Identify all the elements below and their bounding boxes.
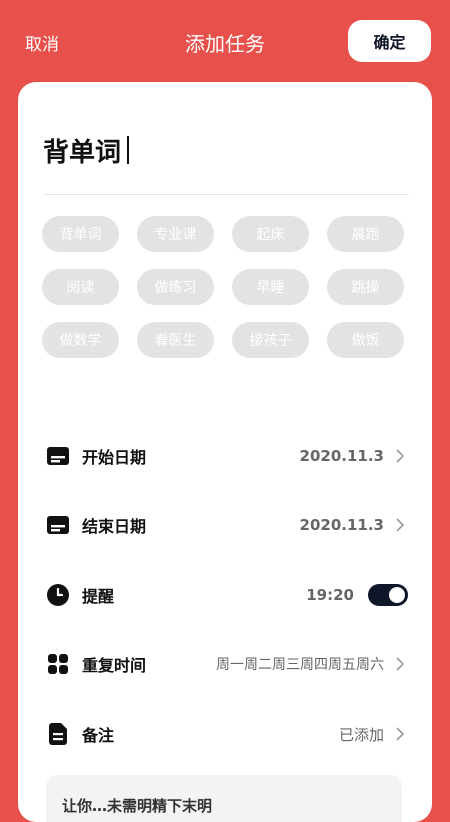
note-label: 备注: [82, 726, 115, 745]
chevron-right-icon: [396, 727, 408, 741]
note-status: 已添加: [338, 725, 384, 744]
chevron-right-icon: [396, 449, 408, 463]
start-date-label: 开始日期: [82, 448, 147, 467]
chevron-right-icon: [396, 518, 408, 532]
header: 取消 添加任务 确定: [0, 0, 450, 82]
start-date-value: 2020.11.3: [299, 447, 384, 465]
end-date-row[interactable]: 结束日期 2020.11.3: [46, 505, 408, 545]
document-icon: [46, 722, 70, 746]
repeat-value: 周一周二周三周四周五周六: [216, 657, 384, 673]
tag-chip[interactable]: 做数学: [42, 322, 119, 358]
reminder-time: 19:20: [306, 586, 354, 604]
reminder-label: 提醒: [82, 587, 115, 606]
end-date-value: 2020.11.3: [299, 516, 384, 534]
end-date-label: 结束日期: [82, 517, 147, 536]
tag-chip[interactable]: 起床: [232, 216, 309, 252]
note-preview-box[interactable]: 让你…未需明精下末明: [46, 775, 402, 822]
note-row[interactable]: 备注 已添加: [46, 714, 408, 754]
note-preview-text: 让你…未需明精下末明: [62, 797, 213, 815]
start-date-row[interactable]: 开始日期 2020.11.3: [46, 436, 408, 476]
tag-chip[interactable]: 背单词: [42, 216, 119, 252]
reminder-row[interactable]: 提醒 19:20: [46, 575, 408, 615]
task-name-value: 背单词: [43, 137, 122, 168]
calendar-icon: [46, 513, 70, 537]
toggle-knob: [389, 587, 405, 603]
tag-chip[interactable]: 做饭: [327, 322, 404, 358]
tag-chip[interactable]: 晨跑: [327, 216, 404, 252]
task-form-card: 背单词 背单词 专业课 起床 晨跑 阅读 做练习 早睡 跳操 做数学 看医生 接…: [18, 82, 432, 822]
clock-icon: [46, 583, 70, 607]
tag-chip[interactable]: 早睡: [232, 269, 309, 305]
tag-chip[interactable]: 做练习: [137, 269, 214, 305]
tag-chip[interactable]: 看医生: [137, 322, 214, 358]
confirm-button[interactable]: 确定: [348, 20, 431, 62]
chevron-right-icon: [396, 657, 408, 671]
divider: [43, 194, 409, 195]
text-cursor: [127, 136, 130, 164]
repeat-row[interactable]: 重复时间 周一周二周三周四周五周六: [46, 644, 408, 684]
tag-list: 背单词 专业课 起床 晨跑 阅读 做练习 早睡 跳操 做数学 看医生 接孩子 做…: [42, 216, 412, 358]
grid-icon: [46, 652, 70, 676]
reminder-toggle[interactable]: [368, 584, 408, 606]
repeat-label: 重复时间: [82, 656, 147, 675]
tag-chip[interactable]: 接孩子: [232, 322, 309, 358]
tag-chip[interactable]: 阅读: [42, 269, 119, 305]
tag-chip[interactable]: 专业课: [137, 216, 214, 252]
tag-chip[interactable]: 跳操: [327, 269, 404, 305]
task-name-input[interactable]: 背单词: [43, 130, 408, 170]
calendar-icon: [46, 444, 70, 468]
